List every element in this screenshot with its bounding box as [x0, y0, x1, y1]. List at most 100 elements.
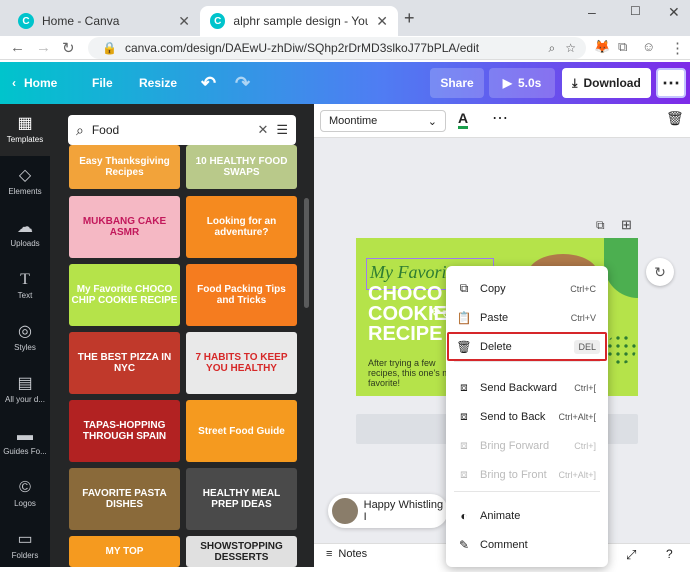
template-thumbnail[interactable]: SHOWSTOPPING DESSERTS: [186, 536, 297, 567]
new-tab-icon[interactable]: +: [404, 8, 415, 29]
close-tab-icon[interactable]: ✕: [178, 13, 190, 30]
menu-item-bring-to-front[interactable]: ⧈ Bring to Front Ctrl+Alt+]: [446, 460, 608, 489]
template-thumbnail[interactable]: MY TOP: [69, 536, 180, 567]
resize-label: Resize: [139, 76, 178, 90]
extension-fox-icon[interactable]: 🦊: [594, 39, 610, 55]
menu-item-label: Copy: [480, 282, 506, 295]
forward-icon[interactable]: →: [36, 39, 51, 56]
reload-icon[interactable]: ↻: [62, 39, 75, 57]
back-icon[interactable]: ←: [10, 39, 25, 56]
notes-button[interactable]: ≡ Notes: [326, 548, 367, 560]
bookmark-star-icon[interactable]: ☆: [565, 41, 576, 55]
rail-item-folders[interactable]: ▭ Folders: [0, 520, 50, 572]
menu-item-animate[interactable]: ◐ Animate: [446, 501, 608, 530]
menu-item-send-backward[interactable]: ⧈ Send Backward Ctrl+[: [446, 373, 608, 402]
rail-item-logos[interactable]: © Logos: [0, 468, 50, 520]
send-backward-icon: ⧈: [460, 380, 468, 394]
canva-favicon-icon: C: [210, 13, 226, 29]
menu-item-label: Comment: [480, 538, 528, 551]
rail-label: Elements: [8, 187, 42, 196]
menu-item-shortcut: Ctrl+V: [570, 312, 596, 323]
resize-button[interactable]: Resize: [139, 62, 177, 104]
template-thumbnail[interactable]: My Favorite CHOCO CHIP COOKIE RECIPE: [69, 264, 180, 326]
file-menu-button[interactable]: File: [92, 62, 113, 104]
download-button[interactable]: ⤓ Download: [562, 68, 651, 98]
home-button[interactable]: ‹ Home: [12, 62, 57, 104]
rail-item-uploads[interactable]: ☁ Uploads: [0, 208, 50, 260]
rail-item-templates[interactable]: ▦ Templates: [0, 104, 50, 156]
minimize-icon[interactable]: –: [588, 4, 596, 20]
rail-item-elements[interactable]: ◇ Elements: [0, 156, 50, 208]
template-thumbnail[interactable]: FAVORITE PASTA DISHES: [69, 468, 180, 530]
template-thumbnail[interactable]: Easy Thanksgiving Recipes: [69, 145, 180, 189]
rail-item-guides[interactable]: ▬ Guides Fo...: [0, 416, 50, 468]
template-thumbnail[interactable]: Street Food Guide: [186, 400, 297, 462]
template-thumbnail[interactable]: 10 HEALTHY FOOD SWAPS: [186, 145, 297, 189]
font-select[interactable]: Moontime ⌄: [320, 110, 446, 132]
trash-toolbar-icon[interactable]: 🗑: [666, 110, 684, 127]
url-field[interactable]: 🔒 canva.com/design/DAEwU-zhDiw/SQhp2rDrM…: [88, 37, 586, 59]
folders-icon: ▭: [17, 531, 33, 548]
more-toolbar-icon[interactable]: ⋯: [492, 108, 508, 128]
rail-label: Text: [17, 291, 33, 300]
window-close-icon[interactable]: ✕: [668, 4, 680, 21]
animate-icon: ◐: [460, 508, 468, 523]
menu-item-shortcut: Ctrl+Alt+[: [558, 411, 596, 422]
template-thumbnail[interactable]: MUKBANG CAKE ASMR: [69, 196, 180, 258]
present-button[interactable]: ▶ 5.0s: [489, 68, 555, 98]
menu-item-shortcut: Ctrl+[: [574, 382, 596, 393]
refresh-icon[interactable]: ↻: [646, 258, 674, 286]
canva-header: ‹ Home File Resize ↶ ↷ Share ▶ 5.0s ⤓ Do…: [0, 62, 690, 104]
share-button[interactable]: Share: [430, 68, 484, 98]
profile-avatar-icon[interactable]: ☺: [642, 39, 655, 54]
add-page-icon[interactable]: ⊞: [621, 217, 632, 233]
rail-item-all-designs[interactable]: ▤ All your d...: [0, 364, 50, 416]
menu-item-label: Bring to Front: [480, 468, 547, 481]
close-tab-icon[interactable]: ✕: [376, 13, 388, 30]
help-icon[interactable]: ?: [666, 547, 673, 561]
browser-menu-icon[interactable]: ⋮: [670, 39, 685, 57]
duplicate-page-icon[interactable]: ⧉: [596, 218, 605, 233]
comment-bubble[interactable]: Happy Whistling I: [328, 494, 448, 528]
template-thumbnail[interactable]: TAPAS-HOPPING THROUGH SPAIN: [69, 400, 180, 462]
panel-scrollbar[interactable]: [304, 198, 309, 308]
rail-item-styles[interactable]: ◎ Styles: [0, 312, 50, 364]
tab-home-canva[interactable]: C Home - Canva ✕: [8, 6, 200, 36]
template-thumbnail[interactable]: 7 HABITS TO KEEP YOU HEALTHY: [186, 332, 297, 394]
download-icon: ⤓: [572, 75, 578, 90]
filter-icon[interactable]: ☰: [276, 122, 288, 138]
clear-search-icon[interactable]: ✕: [257, 122, 268, 138]
delete-highlight: [447, 332, 607, 361]
canvas-body-text[interactable]: After trying a few recipes, this one's m…: [368, 358, 458, 388]
more-options-button[interactable]: ⋯: [656, 68, 686, 98]
search-icon: ⌕: [76, 121, 84, 138]
rail-label: Folders: [11, 551, 39, 560]
elements-icon: ◇: [18, 167, 32, 184]
menu-item-send-to-back[interactable]: ⧈ Send to Back Ctrl+Alt+[: [446, 402, 608, 431]
fullscreen-icon[interactable]: ⤢: [626, 547, 636, 563]
tab-alphr-design[interactable]: C alphr sample design - YouTube T ✕: [200, 6, 398, 36]
menu-item-copy[interactable]: ⧉ Copy Ctrl+C: [446, 274, 608, 303]
move-handle-icon[interactable]: ✥: [430, 304, 441, 320]
menu-item-comment[interactable]: ✎ Comment: [446, 530, 608, 559]
zoom-icon[interactable]: ⌕: [549, 41, 556, 56]
template-thumbnail[interactable]: Looking for an adventure?: [186, 196, 297, 258]
template-thumbnail[interactable]: Food Packing Tips and Tricks: [186, 264, 297, 326]
redo-icon[interactable]: ↷: [235, 62, 250, 104]
menu-item-paste[interactable]: 📋 Paste Ctrl+V: [446, 303, 608, 332]
tab-title: alphr sample design - YouTube T: [233, 14, 369, 28]
undo-icon[interactable]: ↶: [201, 62, 216, 104]
template-search-input[interactable]: ⌕ Food ✕ ☰: [68, 115, 296, 145]
rail-item-text[interactable]: T Text: [0, 260, 50, 312]
template-thumbnail[interactable]: THE BEST PIZZA IN NYC: [69, 332, 180, 394]
menu-item-label: Send Backward: [480, 381, 558, 394]
menu-item-bring-forward[interactable]: ⧈ Bring Forward Ctrl+]: [446, 431, 608, 460]
rail-label: Templates: [6, 135, 44, 144]
extensions-puzzle-icon[interactable]: ⧉: [618, 39, 627, 55]
notes-icon: ≡: [326, 548, 333, 560]
template-thumbnail[interactable]: HEALTHY MEAL PREP IDEAS: [186, 468, 297, 530]
download-label: Download: [583, 76, 641, 90]
rail-label: Styles: [14, 343, 36, 352]
text-color-icon[interactable]: A: [458, 110, 469, 129]
maximize-icon[interactable]: ☐: [630, 4, 641, 18]
